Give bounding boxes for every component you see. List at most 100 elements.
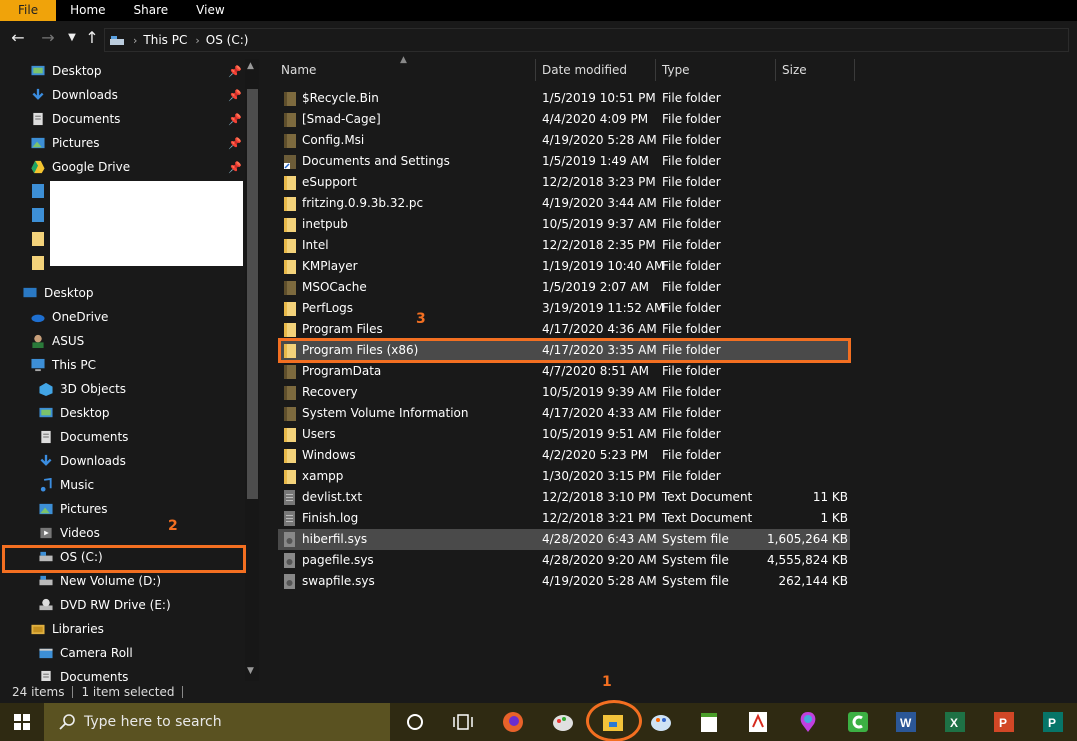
task-view-icon[interactable] [450, 709, 476, 735]
quick-access-item[interactable]: Pictures 📌 [0, 131, 245, 155]
scroll-down-icon[interactable]: ▼ [247, 666, 254, 676]
file-row[interactable]: PerfLogs 3/19/2019 11:52 AM File folder [278, 298, 850, 319]
tab-view[interactable]: View [182, 0, 238, 21]
file-size: 1,605,264 KB [767, 532, 848, 546]
column-header-size[interactable]: Size [775, 59, 855, 81]
svg-text:X: X [950, 716, 958, 730]
file-row[interactable]: Program Files 4/17/2020 4:36 AM File folde… [278, 319, 850, 340]
tab-home[interactable]: Home [56, 0, 119, 21]
pin-icon[interactable]: 📌 [228, 65, 242, 78]
file-row[interactable]: Intel 12/2/2018 2:35 PM File folder [278, 235, 850, 256]
quick-access-item[interactable]: Google Drive 📌 [0, 155, 245, 179]
notepad-icon[interactable] [696, 709, 722, 735]
file-row[interactable]: ProgramData 4/7/2020 8:51 AM File folder [278, 361, 850, 382]
file-type: File folder [662, 259, 721, 273]
nav-tree-item[interactable]: 3D Objects [0, 377, 245, 401]
folder-icon [284, 154, 296, 169]
file-row[interactable]: xampp 1/30/2020 3:15 PM File folder [278, 466, 850, 487]
paint-palette-icon[interactable] [648, 709, 674, 735]
folder-icon [284, 175, 296, 190]
nav-tree-item[interactable]: DVD RW Drive (E:) [0, 593, 245, 617]
column-header-type[interactable]: Type [655, 59, 776, 81]
nav-tree-item[interactable]: Pictures [0, 497, 245, 521]
folder-icon [284, 112, 296, 127]
quick-access-item[interactable]: Desktop 📌 [0, 59, 245, 83]
tab-share[interactable]: Share [120, 0, 183, 21]
file-row[interactable]: hiberfil.sys 4/28/2020 6:43 AM System file… [278, 529, 850, 550]
paint-icon[interactable] [550, 709, 576, 735]
breadcrumb-os-c[interactable]: OS (C:) [206, 33, 249, 47]
nav-tree-item[interactable]: OneDrive [0, 305, 245, 329]
nav-tree-item[interactable]: Documents [0, 425, 245, 449]
file-row[interactable]: [Smad-Cage] 4/4/2020 4:09 PM File folder [278, 109, 850, 130]
file-row[interactable]: pagefile.sys 4/28/2020 9:20 AM System file… [278, 550, 850, 571]
pin-icon[interactable]: 📌 [228, 89, 242, 102]
file-row[interactable]: fritzing.0.9.3b.32.pc 4/19/2020 3:44 AM Fi… [278, 193, 850, 214]
file-row[interactable]: devlist.txt 12/2/2018 3:10 PM Text Documen… [278, 487, 850, 508]
nav-tree-item[interactable]: Downloads [0, 449, 245, 473]
excel-icon[interactable]: X [942, 709, 968, 735]
file-name: MSOCache [302, 280, 367, 294]
nav-tree-item[interactable]: Desktop [0, 281, 245, 305]
nav-tree-label: OneDrive [52, 310, 109, 324]
cortana-circle-icon[interactable] [402, 709, 428, 735]
word-icon[interactable]: W [893, 709, 919, 735]
highlight-file-explorer [586, 700, 642, 741]
acrobat-icon[interactable] [745, 709, 771, 735]
back-icon[interactable]: ← [8, 28, 28, 48]
quick-access-item[interactable]: Documents 📌 [0, 107, 245, 131]
tab-file[interactable]: File [0, 0, 57, 21]
forward-icon[interactable]: → [38, 28, 58, 48]
file-row[interactable]: Users 10/5/2019 9:51 AM File folder [278, 424, 850, 445]
file-row[interactable]: Documents and Settings 1/5/2019 1:49 AM Fi… [278, 151, 850, 172]
file-row[interactable]: Recovery 10/5/2019 9:39 AM File folder [278, 382, 850, 403]
nav-tree-item[interactable]: Documents [0, 665, 245, 681]
nav-tree-item[interactable]: This PC [0, 353, 245, 377]
column-header-name[interactable]: Name [274, 59, 536, 81]
file-row[interactable]: inetpub 10/5/2019 9:37 AM File folder [278, 214, 850, 235]
vivaldi-icon[interactable] [795, 709, 821, 735]
pin-icon[interactable]: 📌 [228, 137, 242, 150]
file-row[interactable]: eSupport 12/2/2018 3:23 PM File folder [278, 172, 850, 193]
file-row[interactable]: Windows 4/2/2020 5:23 PM File folder [278, 445, 850, 466]
nav-scroll-thumb[interactable] [247, 89, 258, 499]
file-type: File folder [662, 385, 721, 399]
camtasia-icon[interactable] [845, 709, 871, 735]
file-row[interactable]: $Recycle.Bin 1/5/2019 10:51 PM File folder [278, 88, 850, 109]
nav-tree-item[interactable]: Camera Roll [0, 641, 245, 665]
file-row[interactable]: MSOCache 1/5/2019 2:07 AM File folder [278, 277, 850, 298]
file-name: PerfLogs [302, 301, 354, 315]
folder-icon [284, 217, 296, 232]
column-header-date[interactable]: Date modified [535, 59, 656, 81]
file-row[interactable]: System Volume Information 4/17/2020 4:33 … [278, 403, 850, 424]
camera-roll-icon [39, 648, 53, 659]
quick-access-item[interactable]: Downloads 📌 [0, 83, 245, 107]
user-icon [32, 334, 44, 348]
powerpoint-icon[interactable]: P [991, 709, 1017, 735]
pin-icon[interactable]: 📌 [228, 113, 242, 126]
up-arrow-icon[interactable]: ↑ [82, 28, 102, 48]
nav-tree-item[interactable]: Desktop [0, 401, 245, 425]
taskbar-search[interactable]: Type here to search [44, 703, 390, 741]
nav-tree-item[interactable]: ASUS [0, 329, 245, 353]
publisher-icon[interactable]: P [1040, 709, 1066, 735]
scroll-up-icon[interactable]: ▲ [247, 61, 254, 71]
file-row[interactable]: swapfile.sys 4/19/2020 5:28 AM System file… [278, 571, 850, 592]
pin-icon[interactable]: 📌 [228, 161, 242, 174]
nav-tree-item[interactable]: Music [0, 473, 245, 497]
redacted-item-icon [32, 184, 44, 198]
firefox-icon[interactable] [500, 709, 526, 735]
nav-tree-item[interactable]: Libraries [0, 617, 245, 641]
address-bar[interactable]: › This PC › OS (C:) [104, 28, 1069, 52]
file-name: Users [302, 427, 336, 441]
nav-tree-item[interactable]: Videos [0, 521, 245, 545]
file-row[interactable]: Finish.log 12/2/2018 3:21 PM Text Document… [278, 508, 850, 529]
file-date: 1/5/2019 10:51 PM [542, 91, 656, 105]
recent-locations-chevron-icon[interactable]: ▼ [62, 28, 82, 48]
file-row[interactable]: Config.Msi 4/19/2020 5:28 AM File folder [278, 130, 850, 151]
file-row[interactable]: KMPlayer 1/19/2019 10:40 AM File folder [278, 256, 850, 277]
desktop-folder-icon [23, 287, 37, 298]
file-date: 1/5/2019 2:07 AM [542, 280, 650, 294]
start-button[interactable] [0, 703, 44, 741]
breadcrumb-this-pc[interactable]: This PC [143, 33, 187, 47]
